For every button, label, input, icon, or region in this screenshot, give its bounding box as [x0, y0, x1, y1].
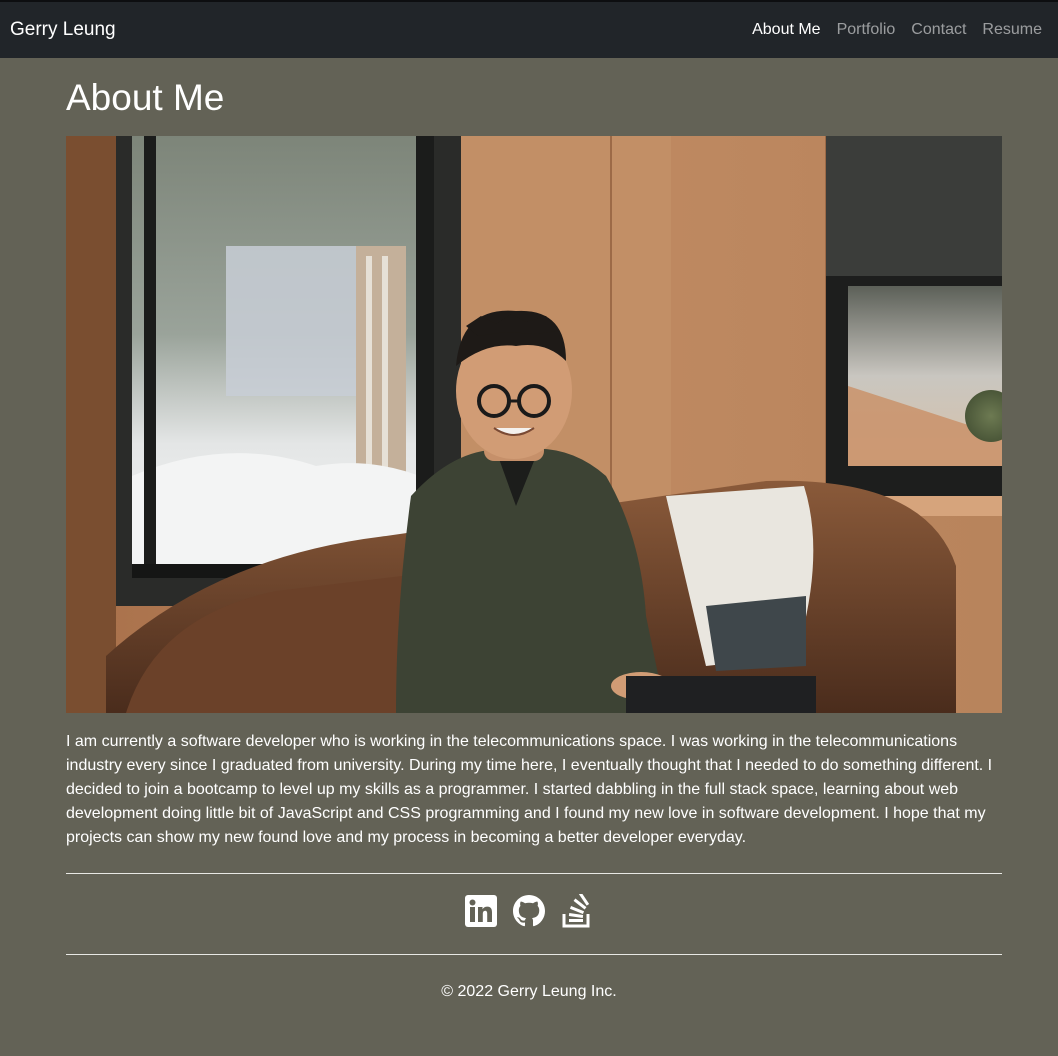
stackoverflow-icon	[562, 891, 592, 933]
footer-copyright: © 2022 Gerry Leung Inc.	[441, 983, 617, 1000]
nav-link-resume[interactable]: Resume	[974, 20, 1050, 40]
stackoverflow-link[interactable]	[561, 891, 593, 933]
divider-bottom	[66, 954, 1002, 955]
linkedin-link[interactable]	[465, 894, 497, 932]
linkedin-icon	[465, 894, 497, 932]
nav-link-portfolio[interactable]: Portfolio	[829, 20, 904, 40]
social-links	[0, 891, 1058, 933]
page-title: About Me	[66, 77, 225, 118]
divider-top	[66, 873, 1002, 874]
bio-paragraph: I am currently a software developer who …	[66, 733, 993, 846]
nav-link-about-me[interactable]: About Me	[744, 20, 828, 40]
nav-link-contact[interactable]: Contact	[903, 20, 974, 40]
github-link[interactable]	[513, 894, 545, 932]
brand-link[interactable]: Gerry Leung	[10, 18, 116, 42]
navbar: Gerry Leung About Me Portfolio Contact R…	[0, 2, 1058, 58]
profile-photo	[66, 136, 1002, 713]
nav-links: About Me Portfolio Contact Resume	[744, 20, 1050, 40]
github-icon	[513, 894, 545, 932]
